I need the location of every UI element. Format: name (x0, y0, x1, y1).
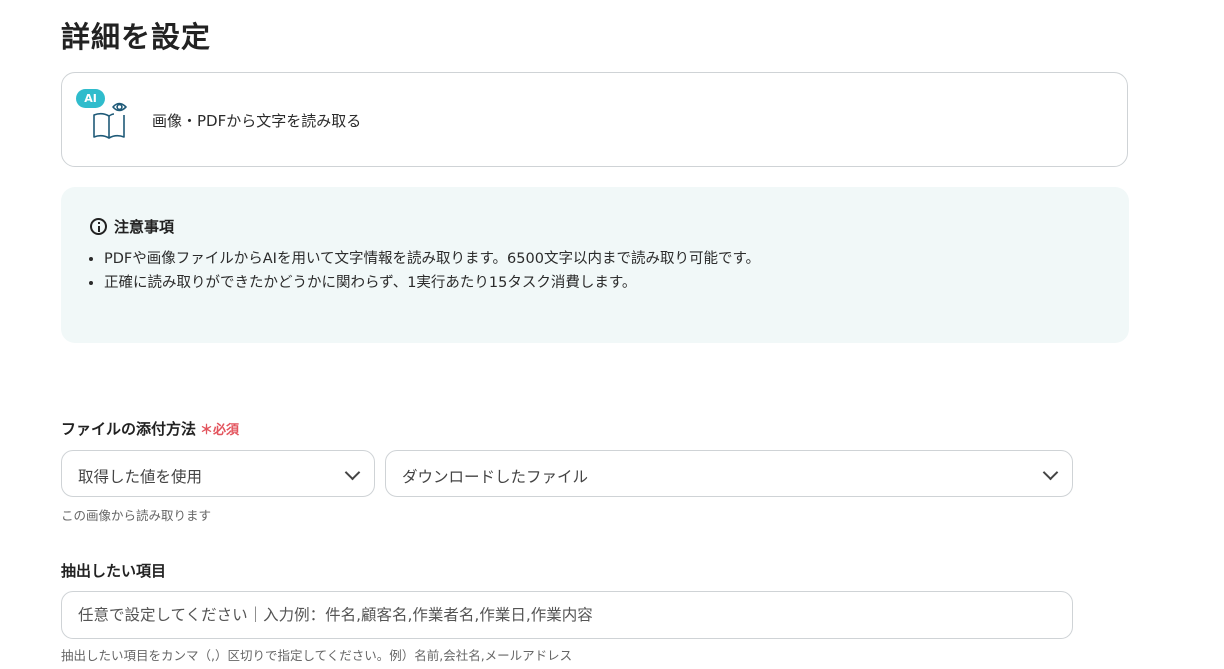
required-badge: ＊必須 (200, 423, 239, 438)
chevron-down-icon (1042, 464, 1059, 481)
action-label: 画像・PDFから文字を読み取る (152, 112, 362, 130)
page-title: 詳細を設定 (61, 20, 212, 54)
attachment-method-select[interactable]: 取得した値を使用 (61, 450, 375, 497)
notice-list: PDFや画像ファイルからAIを用いて文字情報を読み取ります。6500文字以内まで… (85, 247, 760, 295)
attachment-file-value: ダウンロードしたファイル (402, 468, 589, 486)
extract-items-input[interactable] (61, 591, 1073, 639)
book-eye-icon: AI (76, 89, 136, 149)
notice-title: 注意事項 (114, 218, 175, 236)
attachment-file-select[interactable]: ダウンロードしたファイル (385, 450, 1073, 497)
action-card-ocr[interactable]: AI 画像・PDFから文字を読み取る (61, 72, 1128, 167)
required-text: 必須 (213, 423, 240, 438)
required-star: ＊ (200, 423, 214, 438)
notice-header: 注意事項 (90, 216, 174, 237)
notice-box: 注意事項 PDFや画像ファイルからAIを用いて文字情報を読み取ります。6500文… (61, 187, 1129, 343)
attachment-hint: この画像から読み取ります (61, 508, 212, 523)
attachment-label-text: ファイルの添付方法 (61, 420, 197, 438)
info-icon (90, 218, 107, 235)
notice-item: 正確に読み取りができたかどうかに関わらず、1実行あたり15タスク消費します。 (104, 271, 760, 295)
notice-item: PDFや画像ファイルからAIを用いて文字情報を読み取ります。6500文字以内まで… (104, 247, 760, 271)
chevron-down-icon (344, 464, 361, 481)
attachment-label: ファイルの添付方法 ＊必須 (61, 418, 239, 439)
extract-hint: 抽出したい項目をカンマ（,）区切りで指定してください。例）名前,会社名,メールア… (61, 648, 573, 663)
extract-label: 抽出したい項目 (61, 562, 167, 580)
attachment-method-value: 取得した値を使用 (78, 468, 203, 486)
